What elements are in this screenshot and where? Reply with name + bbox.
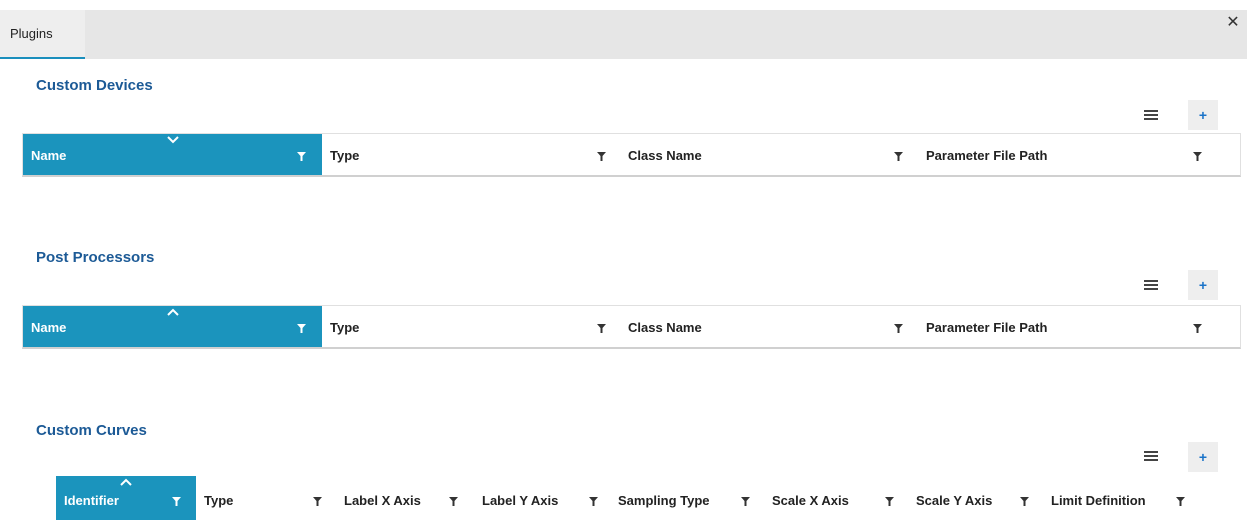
column-header-class-name[interactable]: Class Name xyxy=(620,134,918,175)
filter-icon[interactable] xyxy=(1193,152,1202,161)
plus-icon: + xyxy=(1198,107,1208,123)
column-label: Type xyxy=(330,148,360,163)
column-header-name[interactable]: Name xyxy=(23,306,322,347)
filter-icon[interactable] xyxy=(297,324,306,333)
tab-bar xyxy=(0,10,1247,59)
column-header-identifier[interactable]: Identifier xyxy=(56,476,196,520)
filter-icon[interactable] xyxy=(894,152,903,161)
column-header-label-x-axis[interactable]: Label X Axis xyxy=(336,476,474,520)
window-top xyxy=(0,0,1247,10)
column-label: Class Name xyxy=(628,320,702,335)
column-label: Label X Axis xyxy=(344,493,421,508)
menu-icon xyxy=(1144,110,1158,120)
column-label: Name xyxy=(31,320,67,335)
column-label: Label Y Axis xyxy=(482,493,559,508)
column-label: Type xyxy=(204,493,234,508)
column-label: Limit Definition xyxy=(1051,493,1146,508)
section-title-custom-curves: Custom Curves xyxy=(36,422,147,439)
filter-icon[interactable] xyxy=(894,324,903,333)
filter-icon[interactable] xyxy=(885,497,894,506)
column-menu-button[interactable] xyxy=(1136,441,1166,471)
column-header-parameter-file-path[interactable]: Parameter File Path xyxy=(918,134,1240,175)
column-label: Parameter File Path xyxy=(926,148,1048,163)
column-header-type[interactable]: Type xyxy=(196,476,336,520)
grid-header-custom-devices: Name Type Class Name Parameter File Path xyxy=(22,133,1241,177)
tab-label: Plugins xyxy=(10,26,53,41)
column-label: Name xyxy=(31,148,67,163)
sort-asc-icon[interactable] xyxy=(120,478,132,486)
column-menu-button[interactable] xyxy=(1136,270,1166,300)
column-label: Class Name xyxy=(628,148,702,163)
sort-asc-icon[interactable] xyxy=(166,308,179,316)
column-header-label-y-axis[interactable]: Label Y Axis xyxy=(474,476,610,520)
filter-icon[interactable] xyxy=(297,152,306,161)
column-label: Sampling Type xyxy=(618,493,710,508)
column-header-parameter-file-path[interactable]: Parameter File Path xyxy=(918,306,1240,347)
menu-icon xyxy=(1144,280,1158,290)
filter-icon[interactable] xyxy=(1176,497,1185,506)
grid-header-post-processors: Name Type Class Name Parameter File Path xyxy=(22,305,1241,349)
filter-icon[interactable] xyxy=(741,497,750,506)
add-button[interactable]: + xyxy=(1188,270,1218,300)
row-indicator-column xyxy=(22,476,56,520)
section-title-post-processors: Post Processors xyxy=(36,249,155,266)
filter-icon[interactable] xyxy=(1193,324,1202,333)
add-button[interactable]: + xyxy=(1188,442,1218,472)
filter-icon[interactable] xyxy=(597,152,606,161)
grid-header-custom-curves: Identifier Type Label X Axis Label Y Axi… xyxy=(22,476,1241,520)
column-label: Scale Y Axis xyxy=(916,493,993,508)
section-title-custom-devices: Custom Devices xyxy=(36,77,153,94)
column-label: Type xyxy=(330,320,360,335)
sort-desc-icon[interactable] xyxy=(166,136,179,144)
column-label: Scale X Axis xyxy=(772,493,849,508)
column-header-name[interactable]: Name xyxy=(23,134,322,175)
filter-icon[interactable] xyxy=(1020,497,1029,506)
column-header-sampling-type[interactable]: Sampling Type xyxy=(610,476,764,520)
column-header-scale-x-axis[interactable]: Scale X Axis xyxy=(764,476,908,520)
menu-icon xyxy=(1144,451,1158,461)
column-label: Identifier xyxy=(64,493,119,508)
column-label: Parameter File Path xyxy=(926,320,1048,335)
filter-icon[interactable] xyxy=(313,497,322,506)
close-icon[interactable]: ✕ xyxy=(1225,14,1241,32)
plus-icon: + xyxy=(1198,277,1208,293)
column-header-class-name[interactable]: Class Name xyxy=(620,306,918,347)
filter-icon[interactable] xyxy=(589,497,598,506)
column-header-scale-y-axis[interactable]: Scale Y Axis xyxy=(908,476,1043,520)
column-header-type[interactable]: Type xyxy=(322,134,620,175)
tab-plugins[interactable]: Plugins xyxy=(0,10,85,59)
column-menu-button[interactable] xyxy=(1136,100,1166,130)
filter-icon[interactable] xyxy=(597,324,606,333)
plus-icon: + xyxy=(1198,449,1208,465)
column-header-limit-definition[interactable]: Limit Definition xyxy=(1043,476,1193,520)
add-button[interactable]: + xyxy=(1188,100,1218,130)
filter-icon[interactable] xyxy=(449,497,458,506)
filter-icon[interactable] xyxy=(172,497,181,506)
column-header-type[interactable]: Type xyxy=(322,306,620,347)
